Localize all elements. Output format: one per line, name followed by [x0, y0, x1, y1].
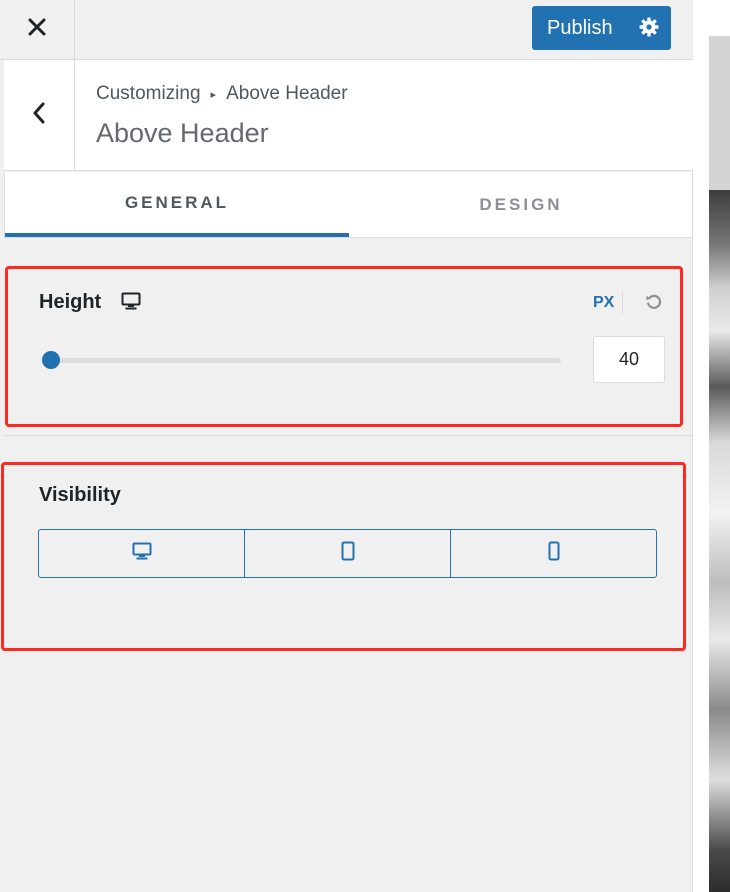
- tab-bar: GENERAL DESIGN: [4, 172, 693, 238]
- mobile-icon: [548, 541, 560, 566]
- close-button[interactable]: [0, 0, 75, 59]
- tablet-icon: [341, 541, 355, 566]
- breadcrumb: Customizing ▸ Above Header: [96, 83, 348, 105]
- visibility-label: Visibility: [39, 484, 121, 506]
- reset-icon[interactable]: [645, 293, 663, 316]
- unit-divider: [622, 290, 623, 314]
- site-preview[interactable]: [694, 0, 730, 892]
- desktop-icon: [132, 542, 152, 565]
- gear-icon[interactable]: [639, 17, 659, 42]
- publish-button[interactable]: Publish: [532, 6, 671, 50]
- unit-selector[interactable]: PX: [593, 294, 614, 312]
- height-input[interactable]: [593, 336, 665, 383]
- tab-design[interactable]: DESIGN: [349, 172, 693, 237]
- breadcrumb-current: Above Header: [226, 83, 348, 104]
- visibility-control: Visibility: [4, 437, 693, 892]
- chevron-left-icon: [32, 102, 46, 129]
- preview-image: [709, 190, 730, 892]
- page-title: Above Header: [96, 118, 269, 148]
- visibility-mobile-button[interactable]: [450, 530, 656, 577]
- preview-header-area: [709, 36, 730, 190]
- visibility-tablet-button[interactable]: [244, 530, 450, 577]
- breadcrumb-parent: Customizing: [96, 83, 201, 104]
- customizer-topbar: Publish: [0, 0, 693, 60]
- desktop-icon[interactable]: [121, 292, 141, 315]
- publish-label: Publish: [547, 16, 613, 39]
- back-button[interactable]: [4, 60, 75, 170]
- height-control: Height PX: [4, 238, 693, 436]
- height-slider[interactable]: [42, 351, 561, 369]
- close-icon: [28, 18, 46, 41]
- slider-handle[interactable]: [42, 351, 60, 369]
- customizer-panel: Publish Customizing ▸ Above Header Above…: [0, 0, 693, 892]
- visibility-desktop-button[interactable]: [39, 530, 244, 577]
- tab-general[interactable]: GENERAL: [5, 172, 349, 237]
- breadcrumb-separator: ▸: [210, 88, 217, 101]
- height-label: Height: [39, 291, 102, 313]
- visibility-button-group: [38, 529, 657, 578]
- section-header: Customizing ▸ Above Header Above Header: [4, 60, 693, 171]
